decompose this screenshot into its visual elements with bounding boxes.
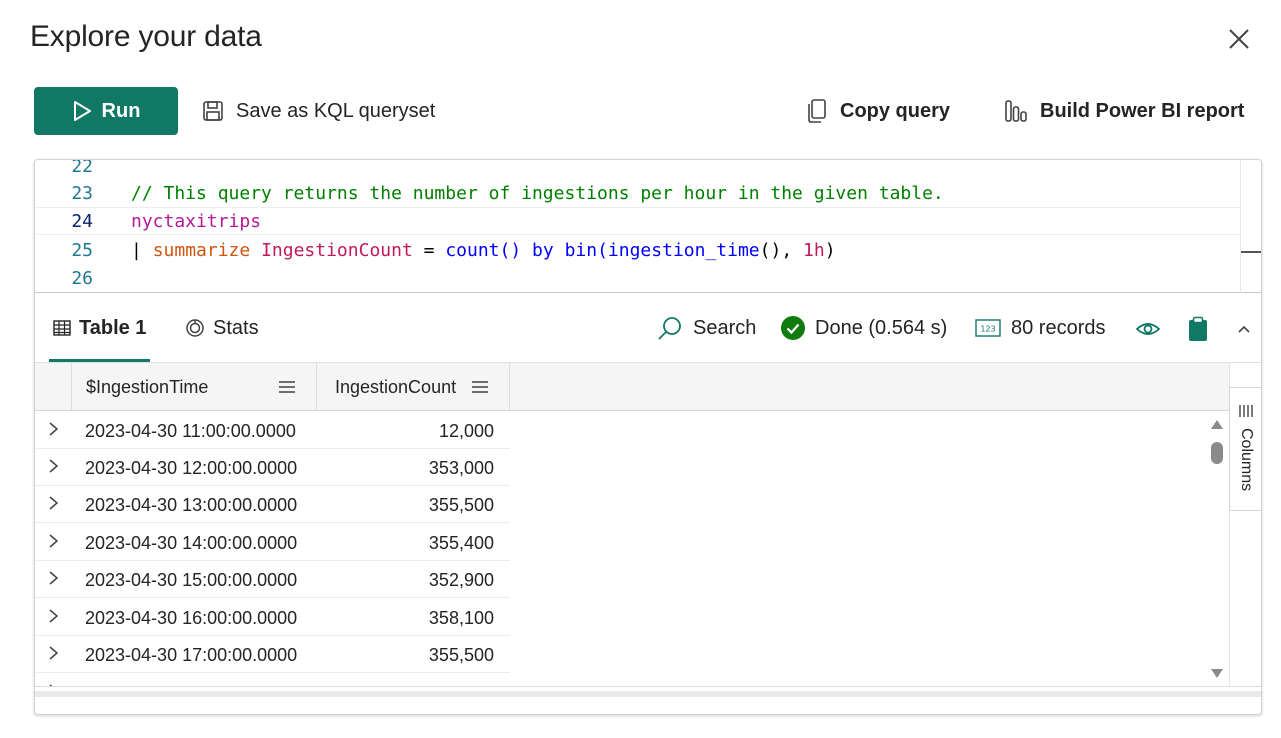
line-number: 22 [71, 159, 93, 177]
copy-icon [808, 99, 826, 123]
cell-ingestion-count: 355,500 [428, 495, 494, 515]
chevron-right-icon[interactable] [47, 532, 61, 550]
table-row[interactable]: 2023-04-30 14:00:00.0000 355,400 [35, 524, 510, 561]
chevron-right-icon[interactable] [47, 494, 61, 512]
code-line-25: 25 | summarize IngestionCount = count() … [35, 236, 1240, 264]
table-row[interactable]: 2023-04-30 12:00:00.0000 353,000 [35, 449, 510, 486]
code-comment: // This query returns the number of inge… [131, 182, 944, 204]
search-button[interactable]: Search [657, 294, 756, 362]
toolbar: Run Save as KQL queryset Copy query Buil… [0, 87, 1281, 135]
grid-header: $IngestionTime IngestionCount [35, 363, 1229, 411]
chevron-right-icon[interactable] [47, 607, 61, 625]
column-header-ingestion-time[interactable]: $IngestionTime [71, 363, 316, 411]
svg-text:123: 123 [980, 325, 995, 334]
build-power-bi-report-button[interactable]: Build Power BI report [1004, 87, 1244, 135]
code-line-24: 24 nyctaxitrips [35, 207, 1240, 235]
columns-icon [1239, 405, 1253, 417]
tab-label: Table 1 [79, 316, 147, 339]
table-row[interactable]: 2023-04-30 13:00:00.0000 355,500 [35, 486, 510, 523]
cell-ingestion-time: 2023-04-30 14:00:00.0000 [85, 533, 298, 553]
cell-ingestion-count: 358,100 [428, 608, 494, 628]
cell-ingestion-time: 2023-04-30 12:00:00.0000 [85, 458, 298, 478]
chevron-right-icon[interactable] [47, 420, 61, 438]
chevron-right-icon[interactable] [47, 644, 61, 662]
stats-icon [186, 319, 204, 337]
scroll-up-arrow-icon[interactable] [1210, 418, 1224, 430]
status-label: Done (0.564 s) [815, 316, 948, 339]
minimap-marker [1241, 251, 1261, 253]
save-label: Save as KQL queryset [236, 99, 436, 122]
code-line-23: 23 // This query returns the number of i… [35, 179, 1240, 207]
save-icon [203, 101, 223, 121]
search-icon [658, 317, 681, 340]
results-toolbar: Table 1 Stats Search Done (0.564 s) 123 … [35, 294, 1261, 362]
dialog-title: Explore your data [30, 20, 262, 53]
copy-label: Copy query [840, 99, 951, 122]
save-kql-queryset-button[interactable]: Save as KQL queryset [202, 87, 435, 135]
chevron-right-icon[interactable] [47, 457, 61, 475]
column-header-label: IngestionCount [335, 376, 457, 397]
horizontal-scroll-track[interactable] [35, 691, 1261, 697]
power-bi-label: Build Power BI report [1040, 99, 1245, 122]
copy-query-button[interactable]: Copy query [806, 87, 950, 135]
results-grid: $IngestionTime IngestionCount 2023-04-30… [35, 362, 1261, 687]
success-check-icon [781, 316, 805, 340]
cell-ingestion-time: 2023-04-30 15:00:00.0000 [85, 570, 298, 590]
run-button[interactable]: Run [34, 87, 178, 135]
query-status: Done (0.564 s) [781, 294, 947, 362]
cell-ingestion-time: 2023-04-30 13:00:00.0000 [85, 495, 298, 515]
code-summarize: | summarize IngestionCount = count() by … [131, 239, 836, 261]
run-label: Run [101, 99, 141, 122]
chevron-right-icon[interactable] [47, 569, 61, 587]
query-panel: 22 23 // This query returns the number o… [34, 159, 1262, 715]
kql-editor[interactable]: 22 23 // This query returns the number o… [35, 160, 1261, 293]
cell-ingestion-time: 2023-04-30 11:00:00.0000 [85, 421, 296, 441]
columns-panel-toggle[interactable]: Columns [1229, 387, 1261, 511]
line-number: 25 [71, 239, 93, 261]
eye-icon[interactable] [1135, 316, 1161, 342]
code-table-name: nyctaxitrips [131, 210, 262, 232]
tab-label: Stats [213, 316, 259, 339]
scroll-down-arrow-icon[interactable] [1210, 668, 1224, 680]
column-header-label: $IngestionTime [86, 376, 209, 397]
cell-ingestion-count: 352,900 [428, 570, 494, 590]
scroll-thumb[interactable] [1211, 442, 1223, 464]
records-label: 80 records [1011, 316, 1106, 339]
horizontal-scrollbar[interactable] [35, 686, 1261, 714]
code-line-22: 22 [35, 159, 1240, 180]
table-row[interactable]: 2023-04-30 16:00:00.0000 358,100 [35, 599, 510, 636]
editor-minimap[interactable] [1240, 160, 1261, 293]
vertical-scrollbar[interactable] [1205, 412, 1229, 687]
cell-ingestion-count: 355,500 [428, 645, 494, 665]
column-menu-icon[interactable] [471, 380, 489, 394]
table-icon [53, 320, 71, 336]
number-icon: 123 [975, 319, 1001, 337]
table-row[interactable]: 2023-04-30 11:00:00.0000 12,000 [35, 412, 510, 449]
column-header-ingestion-count[interactable]: IngestionCount [316, 363, 510, 411]
power-bi-icon [1005, 100, 1027, 122]
tab-table-1[interactable]: Table 1 [49, 294, 151, 362]
clipboard-icon[interactable] [1185, 316, 1211, 342]
records-count: 123 80 records [975, 294, 1106, 362]
line-number: 23 [71, 182, 93, 204]
cell-ingestion-count: 12,000 [438, 421, 494, 441]
cell-ingestion-time: 2023-04-30 17:00:00.0000 [85, 645, 298, 665]
cell-ingestion-count: 353,000 [428, 458, 494, 478]
code-line-26: 26 [35, 264, 1240, 292]
line-number: 24 [71, 210, 93, 232]
close-icon[interactable] [1226, 26, 1252, 52]
table-row[interactable]: 2023-04-30 15:00:00.0000 352,900 [35, 561, 510, 598]
tab-stats[interactable]: Stats [185, 294, 259, 362]
play-icon [73, 101, 91, 121]
search-label: Search [693, 316, 757, 339]
chevron-up-icon[interactable] [1231, 316, 1257, 342]
grid-rows: 2023-04-30 11:00:00.0000 12,000 2023-04-… [35, 412, 1229, 687]
cell-ingestion-count: 355,400 [428, 533, 494, 553]
cell-ingestion-time: 2023-04-30 16:00:00.0000 [85, 608, 298, 628]
line-number: 26 [71, 267, 93, 289]
table-row[interactable]: 2023-04-30 17:00:00.0000 355,500 [35, 636, 510, 673]
column-menu-icon[interactable] [278, 380, 296, 394]
columns-panel-label: Columns [1238, 428, 1255, 492]
